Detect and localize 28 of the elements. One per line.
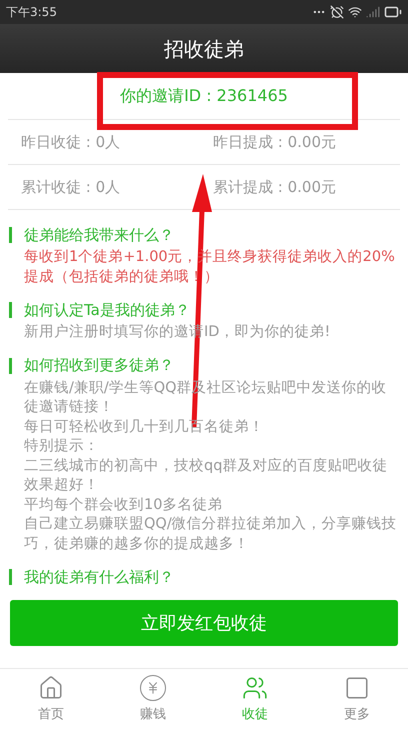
home-icon bbox=[38, 674, 64, 701]
stat-label: 昨日提成 : 0.00元 bbox=[212, 132, 337, 153]
wifi-icon bbox=[348, 5, 362, 19]
send-packet-button[interactable]: 立即发红包收徒 bbox=[10, 600, 398, 646]
nav-tab[interactable]: 首页 bbox=[0, 669, 102, 730]
status-time: 下午3:55 bbox=[6, 4, 57, 21]
square-icon bbox=[344, 674, 370, 701]
section-text: 特别提示： bbox=[23, 437, 100, 456]
section-text: 平均每个群会收到10多名徒弟 bbox=[23, 496, 224, 514]
invite-id: 你的邀请ID : 2361465 bbox=[120, 85, 288, 107]
stat-label: 累计提成 : 0.00元 bbox=[212, 176, 337, 198]
nav-tab[interactable]: 赚钱 bbox=[102, 669, 204, 730]
section-heading: 如何招收到更多徒弟？ bbox=[24, 355, 174, 376]
alarm-off-icon bbox=[330, 5, 344, 19]
section-heading: 如何认定Ta是我的徒弟？ bbox=[24, 300, 190, 321]
stat-label: 累计收徒 : 0人 bbox=[20, 176, 122, 198]
nav-tab[interactable]: 收徒 bbox=[204, 669, 306, 730]
nav-tab[interactable]: 更多 bbox=[306, 669, 408, 730]
signal-icon bbox=[366, 5, 380, 19]
section-text: 每日可轻松收到几十到几百名徒弟！ bbox=[23, 418, 265, 436]
stat-label: 昨日收徒 : 0人 bbox=[20, 132, 122, 153]
section-text: 自己建立易赚联盟QQ/微信分群拉徒弟加入，分享赚钱技巧，徒弟赚的越多你的提成越多！ bbox=[23, 515, 398, 554]
yen-coin-icon bbox=[140, 674, 166, 701]
section-heading: 我的徒弟有什么福利？ bbox=[24, 566, 174, 588]
section-heading: 徒弟能给我带来什么？ bbox=[24, 224, 174, 246]
people-icon bbox=[242, 674, 268, 701]
section-text: 二三线城市的初高中，技校qq群及对应的百度贴吧收徒效果超好！ bbox=[23, 456, 388, 495]
page-title: 招收徒弟 bbox=[164, 36, 244, 62]
